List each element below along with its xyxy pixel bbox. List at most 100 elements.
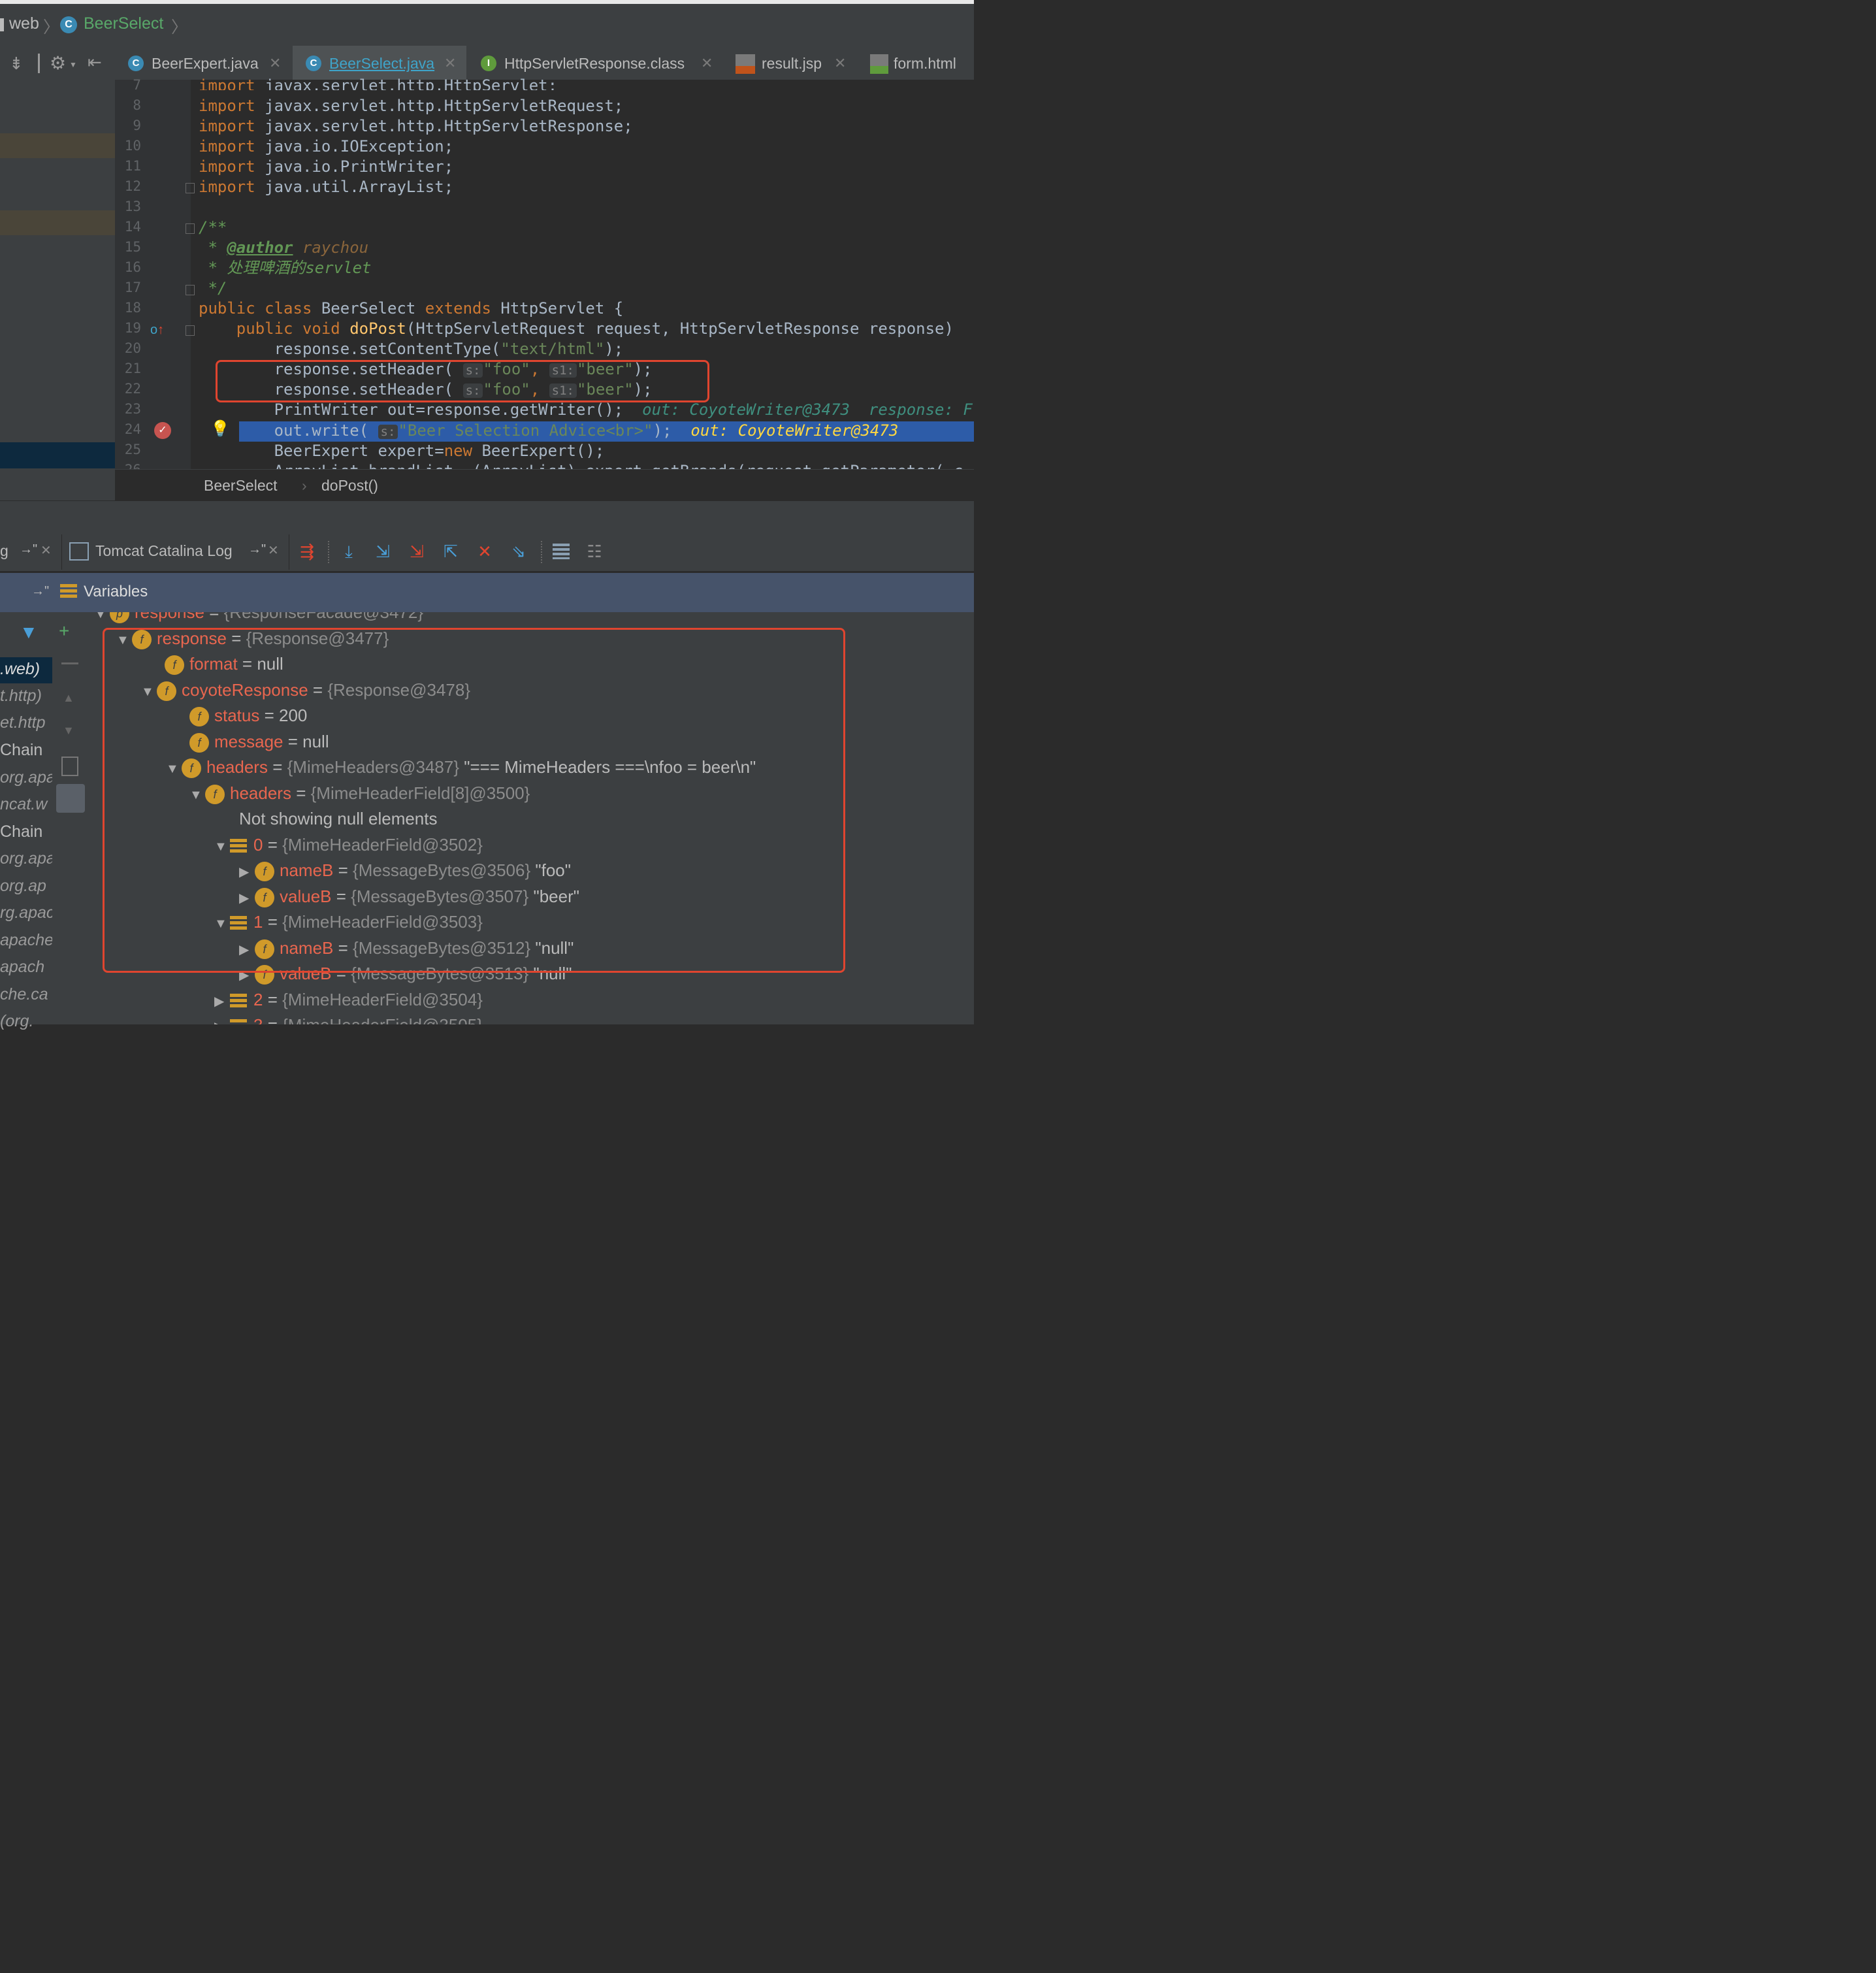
code-line-9: import javax.servlet.http.HttpServletRes… — [199, 116, 633, 137]
expand-arrow-icon[interactable]: ▶ — [214, 1015, 230, 1024]
frame-item[interactable]: Chain — [0, 741, 52, 760]
close-icon[interactable]: ✕ — [269, 55, 281, 72]
override-method-icon[interactable]: o↑ — [150, 323, 164, 338]
close-icon[interactable]: ✕ — [701, 55, 713, 72]
variable-row[interactable]: ▶ 2 = {MimeHeaderField@3504} — [214, 988, 483, 1011]
collapse-all-icon[interactable]: ⇟ — [9, 54, 24, 74]
step-into-icon[interactable]: ⇲ — [372, 541, 393, 562]
variable-name: 3 — [253, 1015, 263, 1024]
breakpoint-icon[interactable]: ✓ — [154, 422, 171, 439]
evaluate-expression-icon[interactable] — [553, 544, 570, 559]
frame-item[interactable]: che.ca — [0, 985, 52, 1004]
breadcrumb-separator-icon: › — [302, 477, 307, 494]
panel-divider — [0, 500, 974, 534]
frame-item[interactable]: (org. — [0, 1012, 52, 1031]
variable-name: response — [135, 612, 204, 622]
variable-row[interactable]: ▼ p response = {ResponseFacade@3472} — [94, 612, 423, 624]
line-number: 13 — [124, 199, 141, 214]
frame-item[interactable]: apache — [0, 931, 52, 950]
move-up-icon[interactable]: ▲ — [63, 691, 74, 705]
chevron-down-icon[interactable]: ▼ — [69, 60, 77, 69]
breadcrumb-class[interactable]: BeerSelect — [204, 477, 278, 495]
nav-module[interactable]: web — [9, 14, 39, 33]
tab-label: result.jsp — [762, 55, 822, 72]
keyword: extends — [425, 299, 501, 318]
variable-ref: {MimeHeaderField@3505} — [282, 1015, 483, 1024]
line-number: 12 — [124, 178, 141, 194]
frame-item[interactable]: Chain — [0, 823, 52, 841]
pin-icon[interactable]: →" — [248, 542, 266, 557]
breadcrumb-method[interactable]: doPost() — [321, 477, 378, 495]
run-to-cursor-icon[interactable]: ⇘ — [508, 541, 529, 562]
project-item-selected[interactable] — [0, 442, 115, 468]
fold-icon[interactable] — [186, 223, 195, 234]
frame-item[interactable]: apach — [0, 958, 52, 977]
line-number: 19 — [124, 320, 141, 336]
log-icon — [69, 542, 89, 561]
frame-item[interactable]: org.apa — [0, 849, 52, 868]
fold-icon[interactable] — [186, 183, 195, 193]
frame-item[interactable]: rg.apac — [0, 904, 52, 922]
keyword: import — [199, 76, 255, 90]
expand-arrow-icon[interactable]: ▶ — [214, 990, 230, 1013]
remove-watch-icon[interactable] — [61, 662, 78, 664]
move-down-icon[interactable]: ▼ — [63, 724, 74, 738]
super-class: HttpServlet { — [500, 299, 624, 318]
tab-label: BeerSelect.java — [329, 55, 435, 72]
trace-icon[interactable]: ☷ — [584, 541, 605, 562]
filter-icon[interactable]: ▼ — [20, 622, 38, 643]
frame-item[interactable]: ncat.w — [0, 795, 52, 814]
frame-item[interactable]: org.apa — [0, 768, 52, 787]
nav-separator-icon: 〉 — [43, 18, 60, 37]
import-path: javax.servlet.http.HttpServletRequest; — [265, 97, 624, 115]
doc-author: raychou — [293, 238, 369, 257]
drop-frame-icon[interactable]: ✕ — [474, 541, 495, 562]
hide-panel-icon[interactable]: ⇤ — [88, 52, 102, 73]
tab-label: HttpServletResponse.class — [504, 55, 685, 72]
copy-icon[interactable] — [61, 757, 78, 776]
code-line-20: response.setContentType("text/html"); — [199, 339, 624, 359]
array-element-icon — [230, 994, 247, 1009]
line-number: 7 — [133, 77, 141, 93]
close-icon[interactable]: ✕ — [40, 542, 52, 559]
code-line-15: * @author raychou — [199, 238, 368, 258]
line-number: 17 — [124, 280, 141, 295]
close-icon[interactable]: ✕ — [834, 55, 846, 72]
show-execution-point-icon[interactable]: ⇶ — [297, 541, 317, 562]
close-icon[interactable]: ✕ — [444, 55, 456, 72]
close-icon[interactable]: ✕ — [268, 542, 279, 559]
force-step-into-icon[interactable]: ⇲ — [406, 541, 427, 562]
nav-separator-icon: 〉 — [171, 18, 188, 37]
debug-tab-label[interactable]: Tomcat Catalina Log — [95, 542, 233, 560]
line-number: 9 — [133, 118, 141, 133]
step-out-icon[interactable]: ⇱ — [440, 541, 461, 562]
fold-icon[interactable] — [186, 285, 195, 295]
watches-toggle-icon[interactable] — [56, 784, 85, 813]
gear-icon[interactable]: ⚙ — [50, 52, 66, 74]
new-watch-icon[interactable]: + — [59, 621, 69, 642]
array-element-icon — [230, 1019, 247, 1024]
line-number: 15 — [124, 239, 141, 255]
keyword: import — [199, 137, 255, 155]
frame-item[interactable]: t.http) — [0, 687, 52, 706]
frame-item[interactable]: et.http — [0, 713, 52, 732]
tab-divider — [61, 534, 62, 570]
line-number: 18 — [124, 300, 141, 316]
pin-icon[interactable]: →" — [20, 542, 37, 557]
fold-icon[interactable] — [186, 325, 195, 336]
debug-tab-label[interactable]: g — [0, 542, 8, 560]
frame-item[interactable]: .web) — [0, 660, 52, 679]
tab-label: form.html — [894, 55, 956, 72]
interface-icon: I — [481, 56, 496, 71]
variable-ref: {ResponseFacade@3472} — [223, 612, 424, 622]
variable-row[interactable]: ▶ 3 = {MimeHeaderField@3505} — [214, 1013, 483, 1024]
nav-class[interactable]: BeerSelect — [84, 14, 163, 33]
project-item-highlight — [0, 133, 115, 158]
frame-item[interactable]: org.ap — [0, 877, 52, 896]
step-over-icon[interactable]: ⤓ — [338, 541, 359, 562]
expand-arrow-icon[interactable]: ▼ — [94, 612, 110, 626]
import-path: java.io.PrintWriter; — [265, 157, 454, 176]
string-literal: "Beer Selection Advice<br>" — [398, 421, 653, 440]
pin-icon[interactable]: →" — [31, 584, 49, 599]
doc-star: * — [199, 238, 227, 257]
